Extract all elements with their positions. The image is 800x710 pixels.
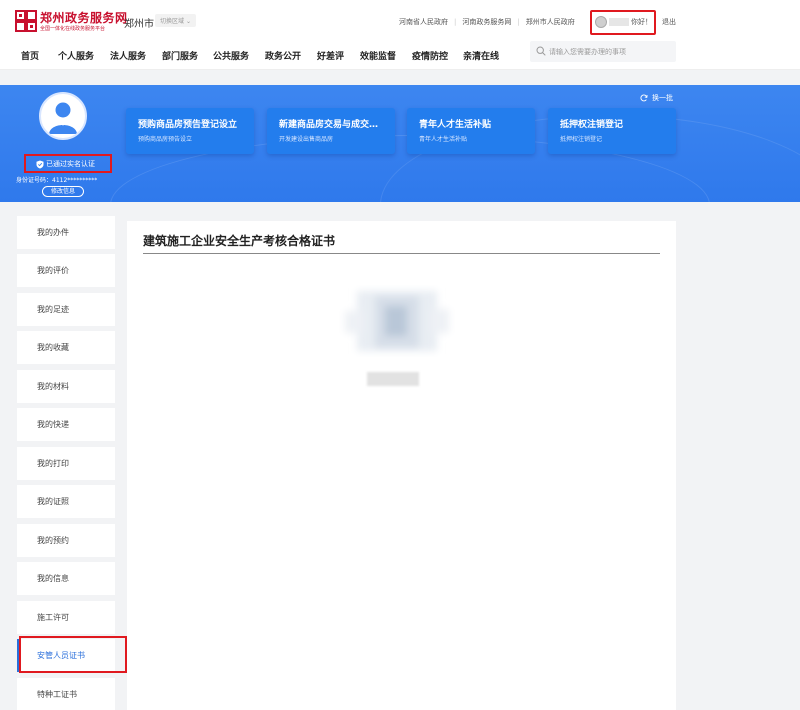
card-title: 青年人才生活补贴: [419, 120, 492, 130]
brand-title[interactable]: 郑州政务服务网: [40, 9, 128, 26]
refresh-label: 换一批: [652, 94, 673, 102]
certificate-label-blurred: [367, 372, 419, 386]
link-henan-service[interactable]: 河南政务服务网: [462, 17, 511, 27]
sidebar-item-label: 我的预约: [37, 536, 69, 545]
switch-region-label: 切换区域: [160, 18, 185, 25]
card-title: 抵押权注销登记: [560, 120, 624, 130]
nav-department-service[interactable]: 部门服务: [162, 49, 198, 62]
sidebar-item-my-appointments[interactable]: 我的预约: [17, 524, 115, 557]
certificate-thumbnail-blurred[interactable]: [337, 281, 457, 361]
user-avatar-icon: [595, 16, 607, 28]
card-title: 新建商品房交易与成交…: [279, 120, 379, 130]
nav-legal-service[interactable]: 法人服务: [110, 49, 146, 62]
recommend-card[interactable]: 新建商品房交易与成交… 开发建设出售商品房: [267, 108, 395, 154]
brand-subtitle: 全国一体化在线政务服务平台: [40, 26, 106, 32]
sidebar-item-my-cases[interactable]: 我的办件: [17, 216, 115, 249]
nav-personal-service[interactable]: 个人服务: [58, 49, 94, 62]
link-separator: |: [454, 18, 457, 26]
verified-status: 已通过实名认证: [36, 159, 95, 169]
sidebar-item-label: 我的办件: [37, 228, 69, 237]
search-input[interactable]: [549, 45, 673, 58]
title-divider: [143, 253, 660, 254]
edit-info-button[interactable]: 修改信息: [42, 186, 84, 197]
nav-public-service[interactable]: 公共服务: [213, 49, 249, 62]
verified-label: 已通过实名认证: [46, 160, 95, 168]
main-nav: 首页 个人服务 法人服务 部门服务 公共服务 政务公开 好差评 效能监督 疫情防…: [0, 40, 800, 70]
link-separator: |: [517, 18, 520, 26]
nav-epidemic[interactable]: 疫情防控: [412, 49, 448, 62]
verified-highlight: 已通过实名认证: [24, 154, 112, 173]
sidebar-item-my-express[interactable]: 我的快递: [17, 408, 115, 441]
refresh-icon: [640, 94, 648, 102]
card-subtitle: 预购商品房预告设立: [138, 136, 193, 143]
card-subtitle: 青年人才生活补贴: [419, 136, 468, 143]
sidebar-highlight: [19, 636, 127, 673]
sidebar-item-my-materials[interactable]: 我的材料: [17, 370, 115, 403]
main-content: 建筑施工企业安全生产考核合格证书: [127, 221, 676, 710]
sidebar-item-label: 我的足迹: [37, 305, 69, 314]
zhengzhou-logo-icon[interactable]: [15, 10, 37, 32]
logout-link[interactable]: 退出: [662, 17, 676, 27]
user-avatar-icon: [49, 102, 77, 134]
link-henan-gov[interactable]: 河南省人民政府: [399, 17, 448, 27]
sidebar-item-construction-permit[interactable]: 施工许可: [17, 601, 115, 634]
sidebar-item-label: 施工许可: [37, 613, 69, 622]
current-city: 郑州市: [124, 19, 154, 30]
top-links: 河南省人民政府 | 河南政务服务网 | 郑州市人民政府: [399, 17, 575, 27]
sidebar-item-my-licenses[interactable]: 我的证照: [17, 485, 115, 518]
card-subtitle: 开发建设出售商品房: [279, 136, 334, 143]
id-number: 身份证号码：4112**********: [16, 177, 98, 184]
recommend-card[interactable]: 抵押权注销登记 抵押权注销登记: [548, 108, 676, 154]
card-subtitle: 抵押权注销登记: [560, 136, 603, 143]
sidebar-item-my-printing[interactable]: 我的打印: [17, 447, 115, 480]
nav-efficiency[interactable]: 效能监督: [360, 49, 396, 62]
top-bar: 郑州政务服务网 全国一体化在线政务服务平台 郑州市 切换区域 ⌄ 河南省人民政府…: [0, 0, 800, 40]
refresh-button[interactable]: 换一批: [640, 93, 673, 103]
card-title: 预购商品房预告登记设立: [138, 120, 238, 130]
sidebar-item-label: 我的快递: [37, 420, 69, 429]
sidebar-item-my-footprint[interactable]: 我的足迹: [17, 293, 115, 326]
search-box[interactable]: [530, 41, 676, 62]
sidebar-item-label: 我的收藏: [37, 343, 69, 352]
user-name-blurred: [609, 18, 629, 26]
user-greeting: 你好！: [631, 18, 652, 26]
user-menu[interactable]: 你好！: [590, 10, 656, 35]
sidebar-item-special-worker-cert[interactable]: 特种工证书: [17, 678, 115, 710]
sidebar-item-label: 我的证照: [37, 497, 69, 506]
chevron-down-icon: ⌄: [185, 18, 191, 25]
link-zhengzhou-gov[interactable]: 郑州市人民政府: [526, 17, 575, 27]
page-title: 建筑施工企业安全生产考核合格证书: [143, 234, 336, 248]
sidebar-item-label: 我的打印: [37, 459, 69, 468]
sidebar-item-my-favorites[interactable]: 我的收藏: [17, 331, 115, 364]
sidebar-item-label: 我的材料: [37, 382, 69, 391]
search-icon[interactable]: [536, 46, 546, 56]
recommend-card[interactable]: 青年人才生活补贴 青年人才生活补贴: [407, 108, 535, 154]
sidebar-item-my-info[interactable]: 我的信息: [17, 562, 115, 595]
profile-banner: 已通过实名认证 身份证号码：4112********** 修改信息 换一批 预购…: [0, 85, 800, 202]
recommend-card[interactable]: 预购商品房预告登记设立 预购商品房预告设立: [126, 108, 254, 154]
shield-check-icon: [36, 160, 44, 168]
sidebar-item-label: 特种工证书: [37, 690, 77, 699]
sidebar-item-label: 我的评价: [37, 266, 69, 275]
nav-gov-affairs[interactable]: 政务公开: [265, 49, 301, 62]
nav-qingqing[interactable]: 亲清在线: [463, 49, 499, 62]
sidebar-item-my-reviews[interactable]: 我的评价: [17, 254, 115, 287]
nav-rating[interactable]: 好差评: [317, 49, 344, 62]
avatar: [39, 92, 87, 140]
sidebar-item-label: 我的信息: [37, 574, 69, 583]
nav-home[interactable]: 首页: [21, 49, 39, 62]
switch-region-button[interactable]: 切换区域 ⌄: [155, 14, 196, 27]
